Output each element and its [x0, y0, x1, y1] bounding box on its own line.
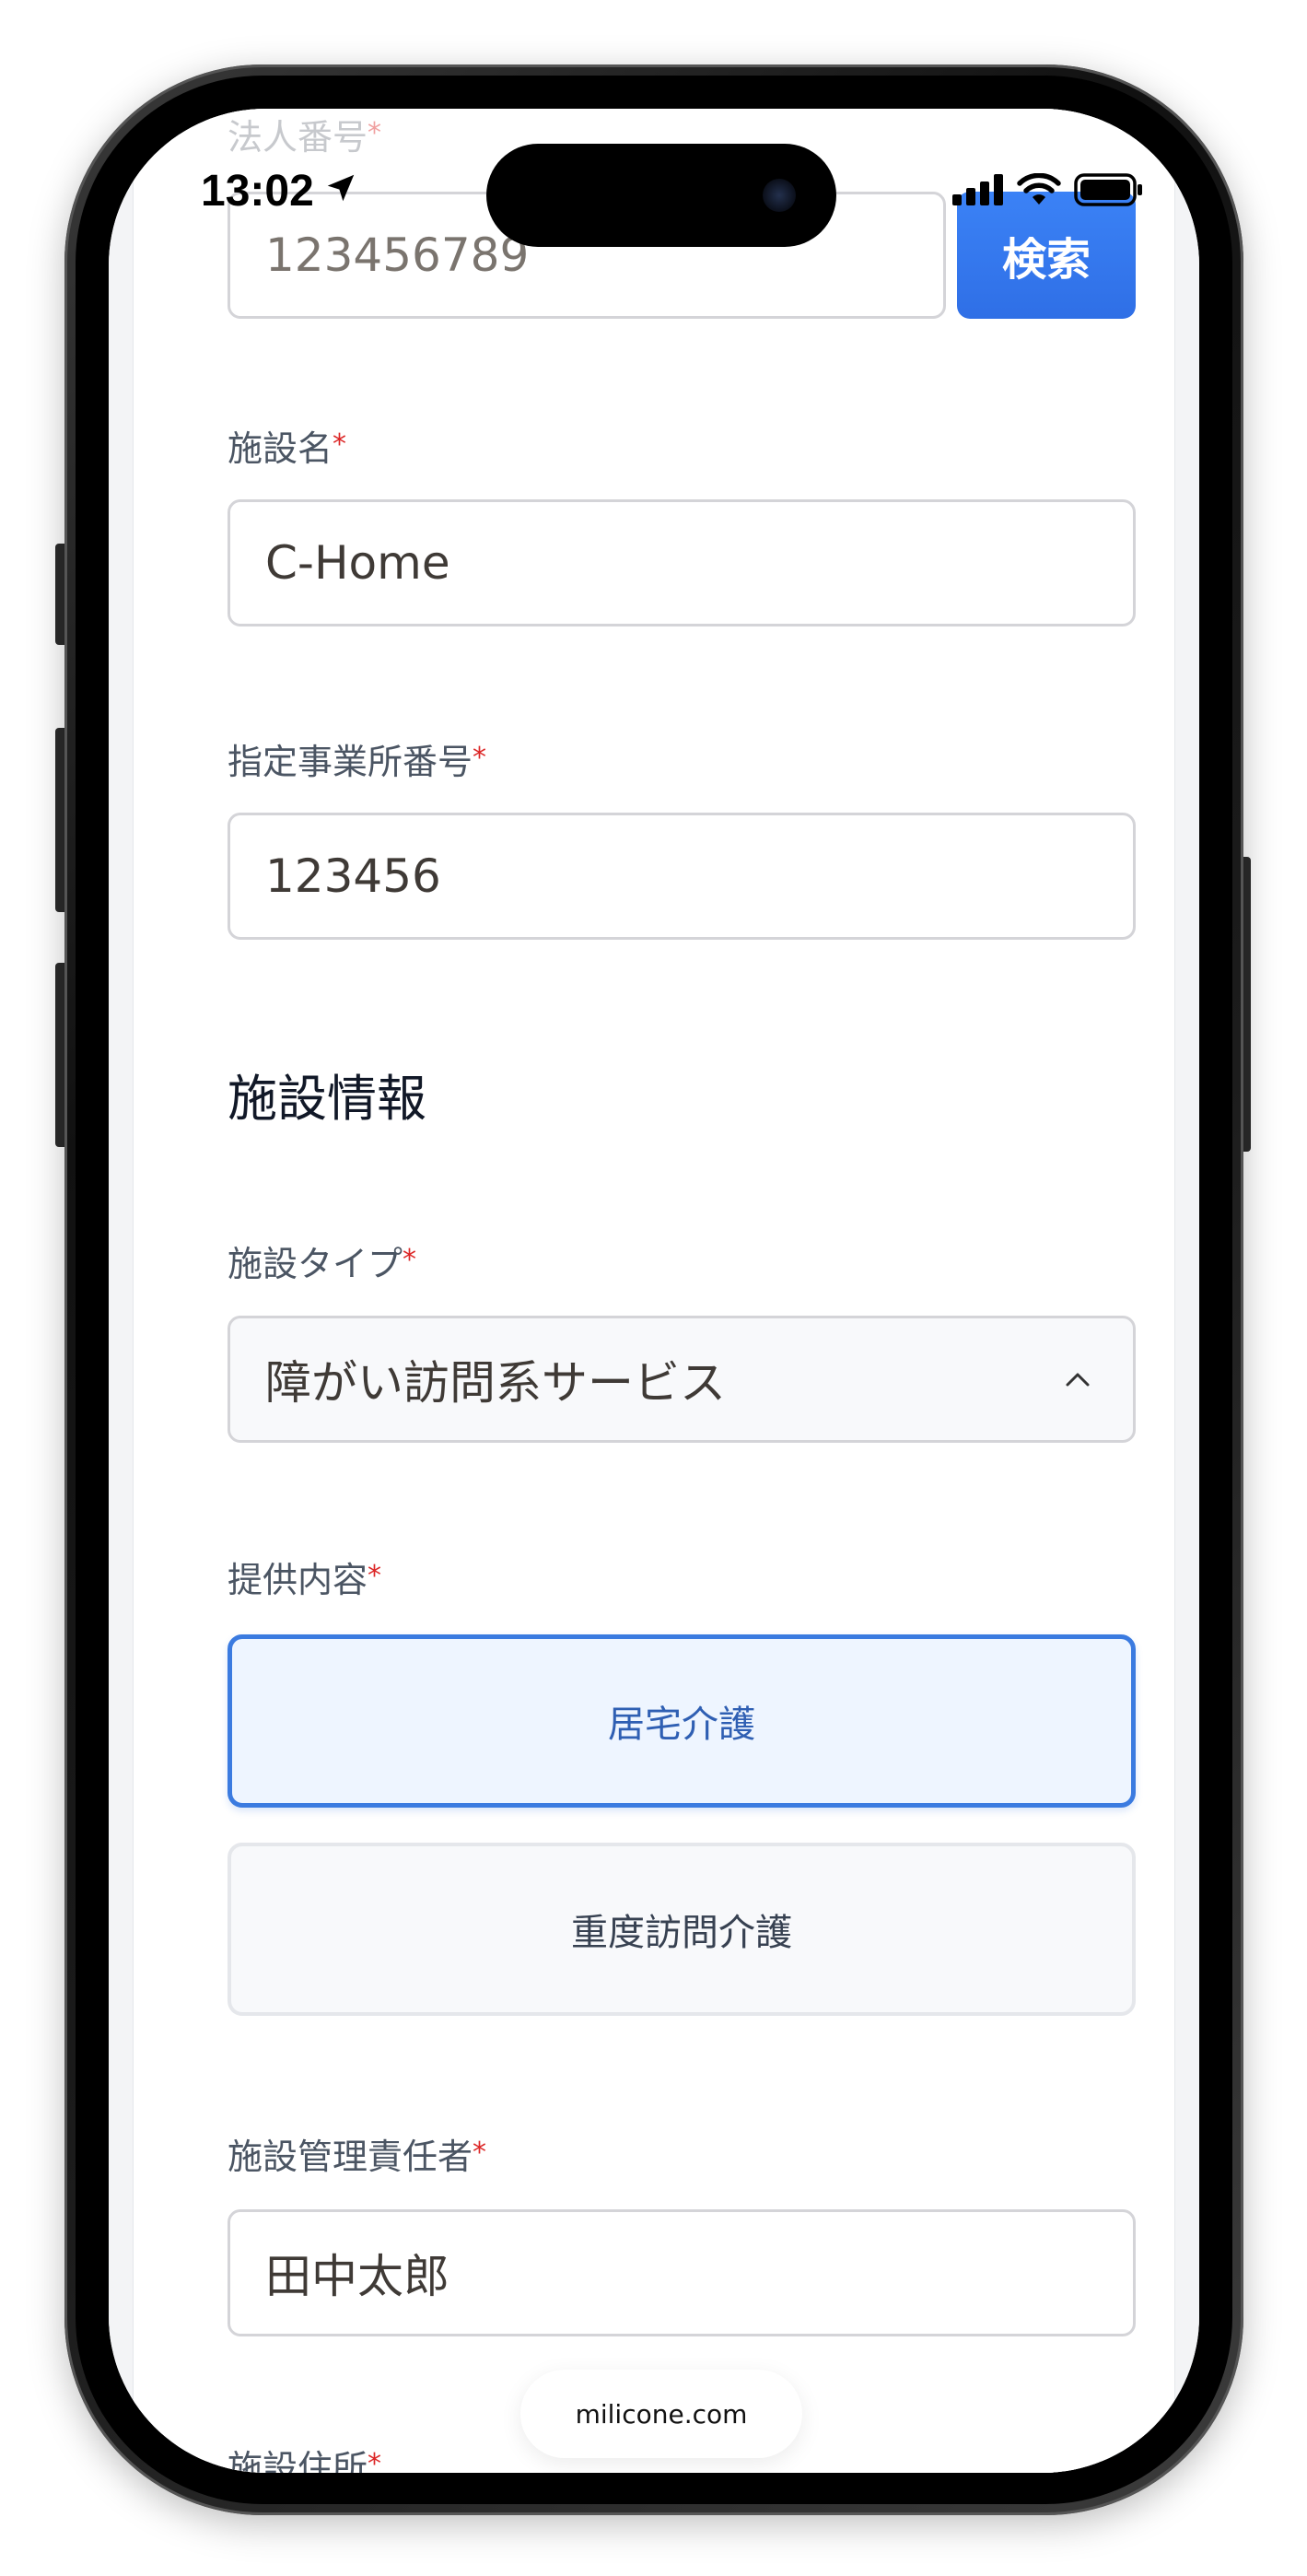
address-label: 施設住所* [228, 2448, 382, 2474]
office-number-value: 123456 [265, 849, 441, 903]
battery-icon [1074, 173, 1144, 210]
manager-label: 施設管理責任者* [228, 2137, 487, 2177]
section-title-facility-info: 施設情報 [228, 1070, 426, 1128]
label-text: 施設名 [228, 428, 333, 469]
location-arrow-icon [323, 166, 358, 217]
corporate-number-value: 123456789 [265, 228, 530, 282]
facility-name-value: C-Home [265, 536, 450, 590]
wifi-icon [1017, 172, 1061, 210]
required-mark: * [403, 1244, 417, 1276]
option-label: 居宅介護 [608, 1704, 755, 1746]
status-bar-time: 13:02 [201, 166, 358, 217]
facility-type-selected-value: 障がい訪問系サービス [265, 1356, 726, 1410]
manager-value: 田中太郎 [265, 2250, 449, 2303]
chevron-up-icon [1057, 1359, 1098, 1399]
url-text: milicone.com [575, 2398, 748, 2430]
browser-url-pill[interactable]: milicone.com [520, 2370, 802, 2458]
office-number-label: 指定事業所番号* [228, 742, 487, 782]
required-mark: * [368, 1560, 382, 1592]
label-text: 施設管理責任者 [228, 2137, 473, 2177]
required-mark: * [473, 742, 487, 774]
web-page: 法人番号* 123456789 検索 施設名* C-Home 指定事業所番号* [133, 109, 1175, 2473]
facility-type-label: 施設タイプ* [228, 1247, 416, 1282]
label-text: 施設タイプ [228, 1244, 403, 1284]
option-label: 重度訪問介護 [571, 1912, 792, 1954]
office-number-input[interactable]: 123456 [228, 813, 1136, 940]
search-button-label: 検索 [1001, 234, 1091, 286]
required-mark: * [368, 117, 382, 149]
cellular-signal-icon [952, 174, 1004, 209]
service-option-severe-visit-care[interactable]: 重度訪問介護 [228, 1843, 1136, 2016]
required-mark: * [333, 428, 347, 461]
front-camera-icon [763, 179, 796, 212]
label-text: 法人番号 [228, 117, 368, 158]
dynamic-island [486, 144, 836, 247]
label-text: 提供内容 [228, 1560, 368, 1600]
clock-text: 13:02 [201, 167, 314, 216]
facility-name-label: 施設名* [228, 428, 347, 469]
corporate-number-label: 法人番号* [228, 117, 382, 158]
manager-input[interactable]: 田中太郎 [228, 2209, 1136, 2336]
search-button[interactable]: 検索 [957, 192, 1136, 319]
services-label: 提供内容* [228, 1563, 381, 1598]
phone-screen: 法人番号* 123456789 検索 施設名* C-Home 指定事業所番号* [109, 109, 1199, 2473]
service-option-home-care[interactable]: 居宅介護 [228, 1634, 1136, 1808]
required-mark: * [473, 2137, 487, 2169]
status-bar-indicators [952, 172, 1144, 210]
required-mark: * [368, 2448, 382, 2474]
label-text: 指定事業所番号 [228, 742, 473, 782]
facility-name-input[interactable]: C-Home [228, 499, 1136, 626]
facility-type-select[interactable]: 障がい訪問系サービス [228, 1316, 1136, 1443]
label-text: 施設住所 [228, 2448, 368, 2473]
device-mockup: 法人番号* 123456789 検索 施設名* C-Home 指定事業所番号* [0, 0, 1307, 2576]
